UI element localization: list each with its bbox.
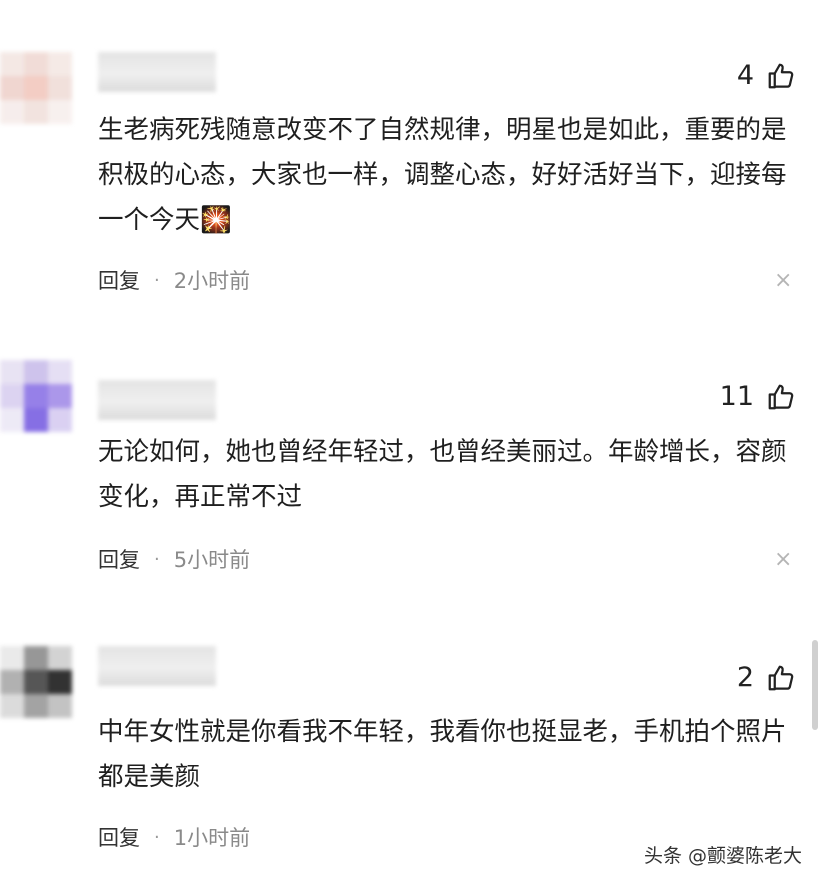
comment-text: 中年女性就是你看我不年轻，我看你也挺显老，手机拍个照片都是美颜 — [98, 717, 787, 792]
like-button[interactable]: 2 — [737, 662, 796, 693]
like-count: 11 — [719, 381, 754, 412]
thumbs-up-icon — [768, 665, 794, 690]
scrollbar[interactable] — [812, 640, 818, 730]
watermark: 头条 @颤婆陈老大 — [643, 841, 802, 868]
username[interactable] — [98, 380, 216, 420]
separator-dot: · — [154, 548, 160, 570]
avatar[interactable] — [0, 360, 72, 432]
like-count: 2 — [736, 662, 754, 693]
reply-button[interactable]: 回复 — [98, 822, 140, 852]
timestamp: 5小时前 — [173, 548, 251, 572]
reply-button[interactable]: 回复 — [98, 544, 140, 574]
username[interactable] — [98, 646, 216, 686]
avatar[interactable] — [0, 646, 72, 718]
thumbs-up-icon — [768, 384, 794, 409]
comment-item: 2 中年女性就是你看我不年轻，我看你也挺显老，手机拍个照片都是美颜 回复 · 1… — [0, 0, 818, 850]
separator-dot: · — [154, 826, 160, 848]
like-button[interactable]: 11 — [720, 381, 796, 412]
comment-text: 无论如何，她也曾经年轻过，也曾经美丽过。年龄增长，容颜变化，再正常不过 — [98, 437, 787, 512]
close-icon[interactable]: × — [774, 549, 792, 571]
timestamp: 1小时前 — [173, 826, 251, 850]
